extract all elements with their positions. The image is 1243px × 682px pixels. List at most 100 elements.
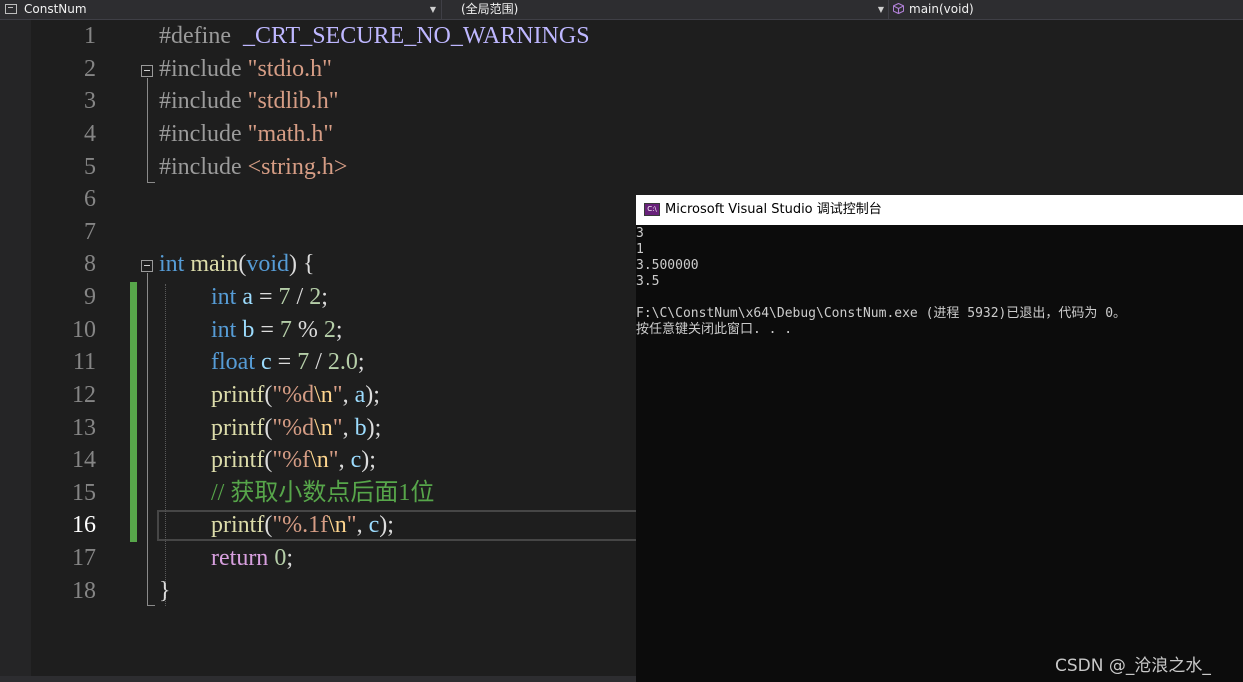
include-path: "stdio.h" (247, 56, 332, 82)
operator: % (291, 317, 324, 343)
number: 2.0 (327, 349, 358, 375)
project-dropdown[interactable]: ConstNum ▼ (0, 0, 440, 19)
line-number: 7 (84, 219, 96, 245)
type-keyword: int (211, 284, 237, 310)
code-line-5[interactable]: #include <string.h> (159, 151, 347, 184)
preprocessor-directive: #include (159, 154, 242, 180)
number: 2 (309, 284, 322, 310)
code-line-4[interactable]: #include "math.h" (159, 118, 333, 151)
format-string: "%f (272, 447, 311, 473)
line-number: 2 (84, 56, 96, 82)
operator: = (254, 317, 280, 343)
code-line-9[interactable]: int a = 7 / 2; (211, 281, 328, 314)
operator: / (290, 284, 310, 310)
function-dropdown[interactable]: main(void) (888, 0, 1243, 19)
console-line: F:\C\ConstNum\x64\Debug\ConstNum.exe (进程… (636, 306, 1127, 321)
operator: = (253, 284, 279, 310)
line-number: 13 (72, 415, 96, 441)
function-call: printf (211, 447, 265, 473)
code-line-15[interactable]: // 获取小数点后面1位 (211, 477, 434, 510)
code-line-17[interactable]: return 0; (211, 542, 293, 575)
project-icon (5, 4, 17, 14)
punctuation: ; (335, 317, 343, 343)
variable: a (354, 382, 366, 408)
code-line-16[interactable]: printf("%.1f\n", c); (211, 509, 394, 542)
line-number: 1 (84, 23, 96, 49)
csdn-watermark: CSDN @_沧浪之水_ (1055, 656, 1211, 676)
preprocessor-directive: #include (159, 88, 242, 114)
line-number: 14 (72, 447, 96, 473)
console-line: 3.500000 (636, 258, 699, 273)
console-app-icon: C:\ (644, 203, 660, 216)
number: 7 (278, 284, 291, 310)
code-line-13[interactable]: printf("%d\n", b); (211, 412, 381, 445)
scope-name: (全局范围) (461, 2, 519, 16)
format-string: " (346, 512, 357, 538)
console-title: Microsoft Visual Studio 调试控制台 (665, 202, 882, 217)
escape-sequence: \n (310, 447, 329, 473)
console-line: 按任意键关闭此窗口. . . (636, 322, 793, 337)
operator: / (309, 349, 328, 375)
chevron-down-icon: ▼ (877, 5, 884, 14)
scope-dropdown[interactable]: (全局范围) ▼ (441, 0, 888, 19)
function-call: printf (211, 415, 265, 441)
comment: // 获取小数点后面1位 (211, 480, 435, 506)
closing-brace: } (159, 578, 171, 604)
code-line-3[interactable]: #include "stdlib.h" (159, 85, 339, 118)
line-number: 10 (72, 317, 96, 343)
variable: b (354, 415, 367, 441)
punctuation: ); (366, 415, 382, 441)
line-number: 3 (84, 88, 96, 114)
console-output: 3 1 3.500000 3.5 F:\C\ConstNum\x64\Debug… (636, 226, 1243, 338)
preprocessor-directive: #include (159, 56, 242, 82)
type-keyword: void (246, 251, 290, 277)
code-line-14[interactable]: printf("%f\n", c); (211, 444, 376, 477)
macro-name: _CRT_SECURE_NO_WARNINGS (242, 23, 590, 49)
code-line-10[interactable]: int b = 7 % 2; (211, 314, 343, 347)
chevron-down-icon: ▼ (429, 5, 436, 14)
type-keyword: int (159, 251, 185, 277)
punctuation: ; (321, 284, 328, 310)
line-number: 8 (84, 251, 96, 277)
line-number-active: 16 (72, 512, 96, 538)
code-line-11[interactable]: float c = 7 / 2.0; (211, 346, 365, 379)
project-name: ConstNum (24, 2, 87, 16)
type-keyword: int (211, 317, 237, 343)
number: 0 (274, 545, 287, 571)
code-navigation-bar: ConstNum ▼ (全局范围) ▼ main(void) (0, 0, 1243, 20)
code-line-12[interactable]: printf("%d\n", a); (211, 379, 380, 412)
debug-console-window[interactable]: C:\ Microsoft Visual Studio 调试控制台 3 1 3.… (636, 195, 1243, 682)
console-line: 3 (636, 226, 644, 241)
variable: b (242, 317, 255, 343)
variable: a (242, 284, 253, 310)
format-string: " (332, 382, 343, 408)
editor-status-bar (0, 676, 636, 682)
function-name: main(void) (909, 2, 974, 16)
code-editor[interactable]: 1 2 3 4 5 6 7 8 9 10 11 12 13 14 15 16 1… (0, 20, 636, 682)
code-line-8[interactable]: int main(void) { (159, 248, 315, 281)
code-line-1[interactable]: #define _CRT_SECURE_NO_WARNINGS (159, 20, 590, 53)
punctuation: ) { (289, 251, 315, 277)
type-keyword: float (211, 349, 255, 375)
console-line: 3.5 (636, 274, 660, 289)
format-string: " (332, 415, 343, 441)
return-keyword: return (211, 545, 269, 571)
punctuation: ; (286, 545, 293, 571)
function-call: printf (211, 512, 265, 538)
line-number: 12 (72, 382, 96, 408)
include-path: <string.h> (247, 154, 348, 180)
escape-sequence: \n (314, 415, 333, 441)
variable: c (368, 512, 380, 538)
line-number: 5 (84, 154, 96, 180)
number: 2 (323, 317, 336, 343)
format-string: "%d (272, 415, 315, 441)
code-line-18[interactable]: } (159, 575, 171, 608)
variable: c (260, 349, 272, 375)
code-line-2[interactable]: #include "stdio.h" (159, 53, 332, 86)
include-path: "stdlib.h" (247, 88, 339, 114)
console-title-bar[interactable]: C:\ Microsoft Visual Studio 调试控制台 (636, 195, 1243, 225)
function-call: printf (211, 382, 265, 408)
method-cube-icon (893, 3, 904, 14)
line-number: 18 (72, 578, 96, 604)
